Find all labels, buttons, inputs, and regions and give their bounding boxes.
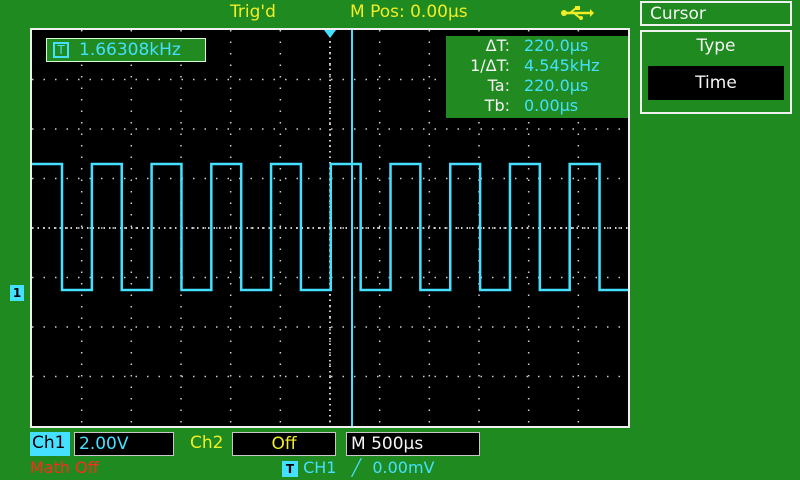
inv-delta-t-row: 1/ΔT: 4.545kHz — [446, 56, 628, 76]
ta-value: 220.0µs — [524, 76, 589, 95]
menu-title-cursor: Cursor — [640, 1, 792, 26]
tb-value: 0.00µs — [524, 96, 579, 115]
usb-icon — [561, 6, 594, 20]
tb-row: Tb: 0.00µs — [446, 96, 628, 116]
trigger-status: Trig'd — [230, 2, 276, 22]
cursor-type-menu-item[interactable]: Type Time — [640, 30, 792, 114]
trigger-slope-icon: ╱ — [351, 458, 362, 477]
frequency-measurement: T 1.66308kHz — [46, 38, 206, 62]
ch1-volts-per-div: 2.00V — [74, 432, 174, 456]
horizontal-position: M Pos: 0.00µs — [350, 2, 468, 22]
timebase-prefix: M — [351, 434, 366, 454]
ch2-label: Ch2 — [190, 433, 224, 453]
cursor-type-label: Type — [696, 36, 736, 56]
ch2-state: Off — [232, 432, 336, 456]
cursor-readout: ΔT: 220.0µs 1/ΔT: 4.545kHz Ta: 220.0µs T… — [446, 36, 628, 118]
ch1-label: Ch1 — [30, 432, 70, 456]
delta-t-label: ΔT: — [485, 36, 510, 55]
inv-delta-t-value: 4.545kHz — [524, 56, 600, 75]
ch1-waveform — [32, 162, 628, 292]
timebase-value: 500µs — [371, 434, 424, 454]
trigger-info: T CH1 ╱ 0.00mV — [282, 458, 434, 480]
trigger-badge-icon: T — [282, 460, 298, 477]
ch1-ground-marker: 1 — [10, 285, 24, 301]
trigger-source: CH1 — [303, 458, 337, 477]
math-status: Math Off — [30, 458, 99, 477]
trigger-badge-icon: T — [53, 42, 69, 58]
trigger-level: 0.00mV — [372, 458, 435, 477]
frequency-value: 1.66308kHz — [79, 40, 181, 60]
timebase: M 500µs — [346, 432, 480, 456]
tb-label: Tb: — [484, 96, 510, 115]
delta-t-value: 220.0µs — [524, 36, 589, 55]
cursor-type-value[interactable]: Time — [648, 66, 784, 100]
ta-label: Ta: — [487, 76, 510, 95]
inv-delta-t-label: 1/ΔT: — [470, 56, 510, 75]
ta-row: Ta: 220.0µs — [446, 76, 628, 96]
trigger-position-marker — [324, 30, 336, 38]
delta-t-row: ΔT: 220.0µs — [446, 36, 628, 56]
